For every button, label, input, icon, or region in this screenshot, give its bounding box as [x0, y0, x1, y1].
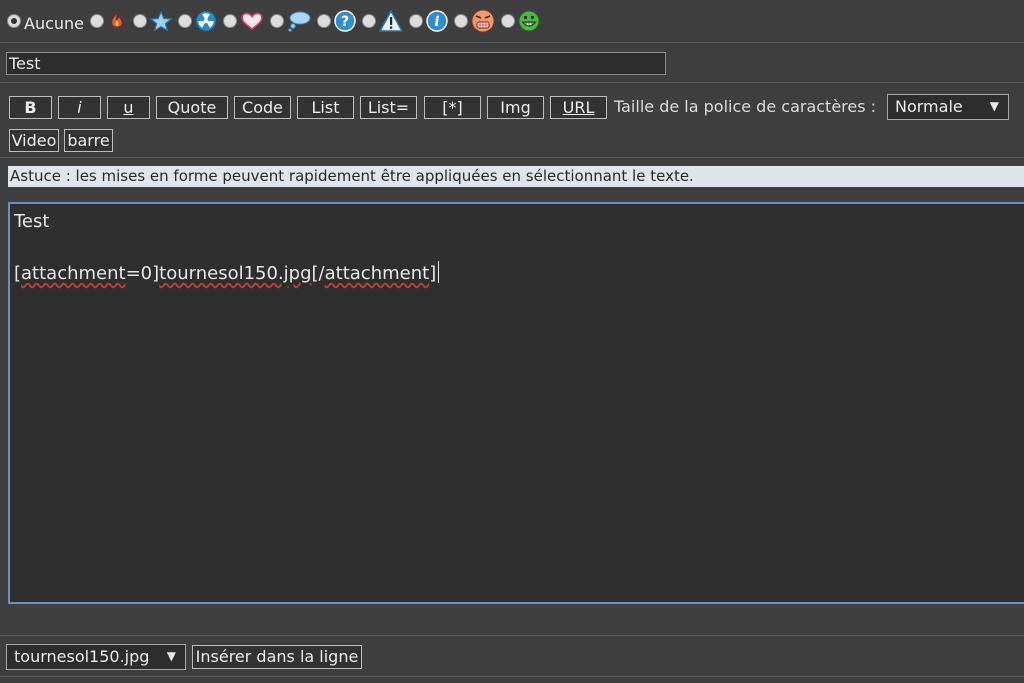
- video-button[interactable]: Video: [9, 129, 59, 152]
- radio-icon-none[interactable]: [7, 14, 21, 28]
- quote-button[interactable]: Quote: [156, 96, 228, 119]
- radio-icon-question[interactable]: [317, 14, 332, 28]
- italic-button[interactable]: i: [58, 96, 101, 119]
- icon-option-grin: [501, 10, 540, 32]
- grin-face-icon[interactable]: [518, 10, 540, 32]
- icon-option-question: ?: [317, 10, 356, 32]
- icon-option-star: [133, 11, 173, 31]
- editor-line: [attachment=0]tournesol150.jpg[/attachme…: [14, 261, 1022, 287]
- icon-option-info: i: [409, 10, 448, 32]
- font-size-label: Taille de la police de caractères :: [614, 97, 877, 116]
- attachment-select[interactable]: tournesol150.jpg ▼: [6, 644, 186, 670]
- attachment-select-value: tournesol150.jpg: [14, 647, 150, 666]
- insert-inline-button[interactable]: Insérer dans la ligne: [192, 645, 362, 669]
- divider: [0, 157, 1024, 158]
- divider: [0, 42, 1024, 43]
- radio-icon-fire[interactable]: [90, 14, 105, 28]
- icon-option-thought: [270, 10, 311, 32]
- list-ordered-button[interactable]: List=: [360, 96, 417, 119]
- icon-option-angry: [454, 9, 495, 33]
- message-textarea[interactable]: Test [attachment=0]tournesol150.jpg[/att…: [8, 202, 1024, 604]
- radioactive-icon[interactable]: [195, 10, 217, 32]
- dropdown-arrow-icon: ▼: [989, 99, 999, 113]
- misspelled-word: attachment: [324, 263, 430, 284]
- url-button[interactable]: URL: [550, 96, 607, 119]
- text-caret: [438, 261, 440, 283]
- divider: [0, 676, 1024, 677]
- icon-option-warning: [362, 10, 404, 32]
- underline-button-label: u: [123, 98, 134, 117]
- radio-icon-angry[interactable]: [454, 14, 469, 28]
- thought-bubble-icon[interactable]: [287, 10, 311, 32]
- editor-blank-line: [14, 235, 1022, 261]
- info-icon[interactable]: i: [426, 10, 448, 32]
- svg-text:i: i: [434, 14, 439, 30]
- bbcode-text: =0]: [125, 263, 160, 284]
- radio-icon-radioactive[interactable]: [178, 14, 193, 28]
- fire-icon[interactable]: [107, 11, 127, 31]
- misspelled-word: tournesol150.jpg: [159, 263, 312, 284]
- editor-line: Test: [14, 211, 50, 232]
- radio-icon-heart[interactable]: [223, 14, 238, 28]
- divider: [0, 635, 1024, 636]
- misspelled-word: attachment: [21, 263, 126, 284]
- icon-option-fire: [90, 11, 127, 31]
- img-button[interactable]: Img: [487, 96, 544, 119]
- subject-input[interactable]: Test: [6, 52, 666, 75]
- radio-icon-info[interactable]: [409, 14, 424, 28]
- warning-icon[interactable]: [379, 10, 404, 32]
- underline-button[interactable]: u: [107, 96, 150, 119]
- angry-face-icon[interactable]: [471, 9, 495, 33]
- question-icon[interactable]: ?: [334, 10, 356, 32]
- list-button[interactable]: List: [297, 96, 354, 119]
- radio-icon-warning[interactable]: [362, 14, 377, 28]
- icon-option-heart: [223, 11, 264, 31]
- icon-none-label: Aucune: [24, 13, 85, 33]
- radio-icon-grin[interactable]: [501, 14, 516, 28]
- svg-text:?: ?: [341, 14, 349, 30]
- strike-button[interactable]: barre: [64, 129, 113, 152]
- post-icon-selector: Aucune ? i: [7, 8, 546, 34]
- font-size-select[interactable]: Normale ▼: [887, 94, 1009, 120]
- font-size-value: Normale: [895, 97, 963, 116]
- divider: [0, 82, 1024, 83]
- heart-icon[interactable]: [240, 11, 264, 31]
- code-button[interactable]: Code: [234, 96, 291, 119]
- bbcode-text: [/: [311, 263, 325, 284]
- bbcode-text: [: [14, 263, 22, 284]
- formatting-tip: Astuce : les mises en forme peuvent rapi…: [8, 166, 1024, 187]
- bold-button[interactable]: B: [9, 96, 52, 119]
- dropdown-arrow-icon: ▼: [166, 649, 176, 663]
- star-icon[interactable]: [150, 11, 173, 31]
- url-button-label: URL: [562, 98, 595, 117]
- radio-icon-thought[interactable]: [270, 14, 285, 28]
- icon-option-radioactive: [178, 10, 217, 32]
- bbcode-text: ]: [429, 263, 437, 284]
- radio-icon-star[interactable]: [133, 14, 148, 28]
- list-item-button[interactable]: [*]: [424, 96, 481, 119]
